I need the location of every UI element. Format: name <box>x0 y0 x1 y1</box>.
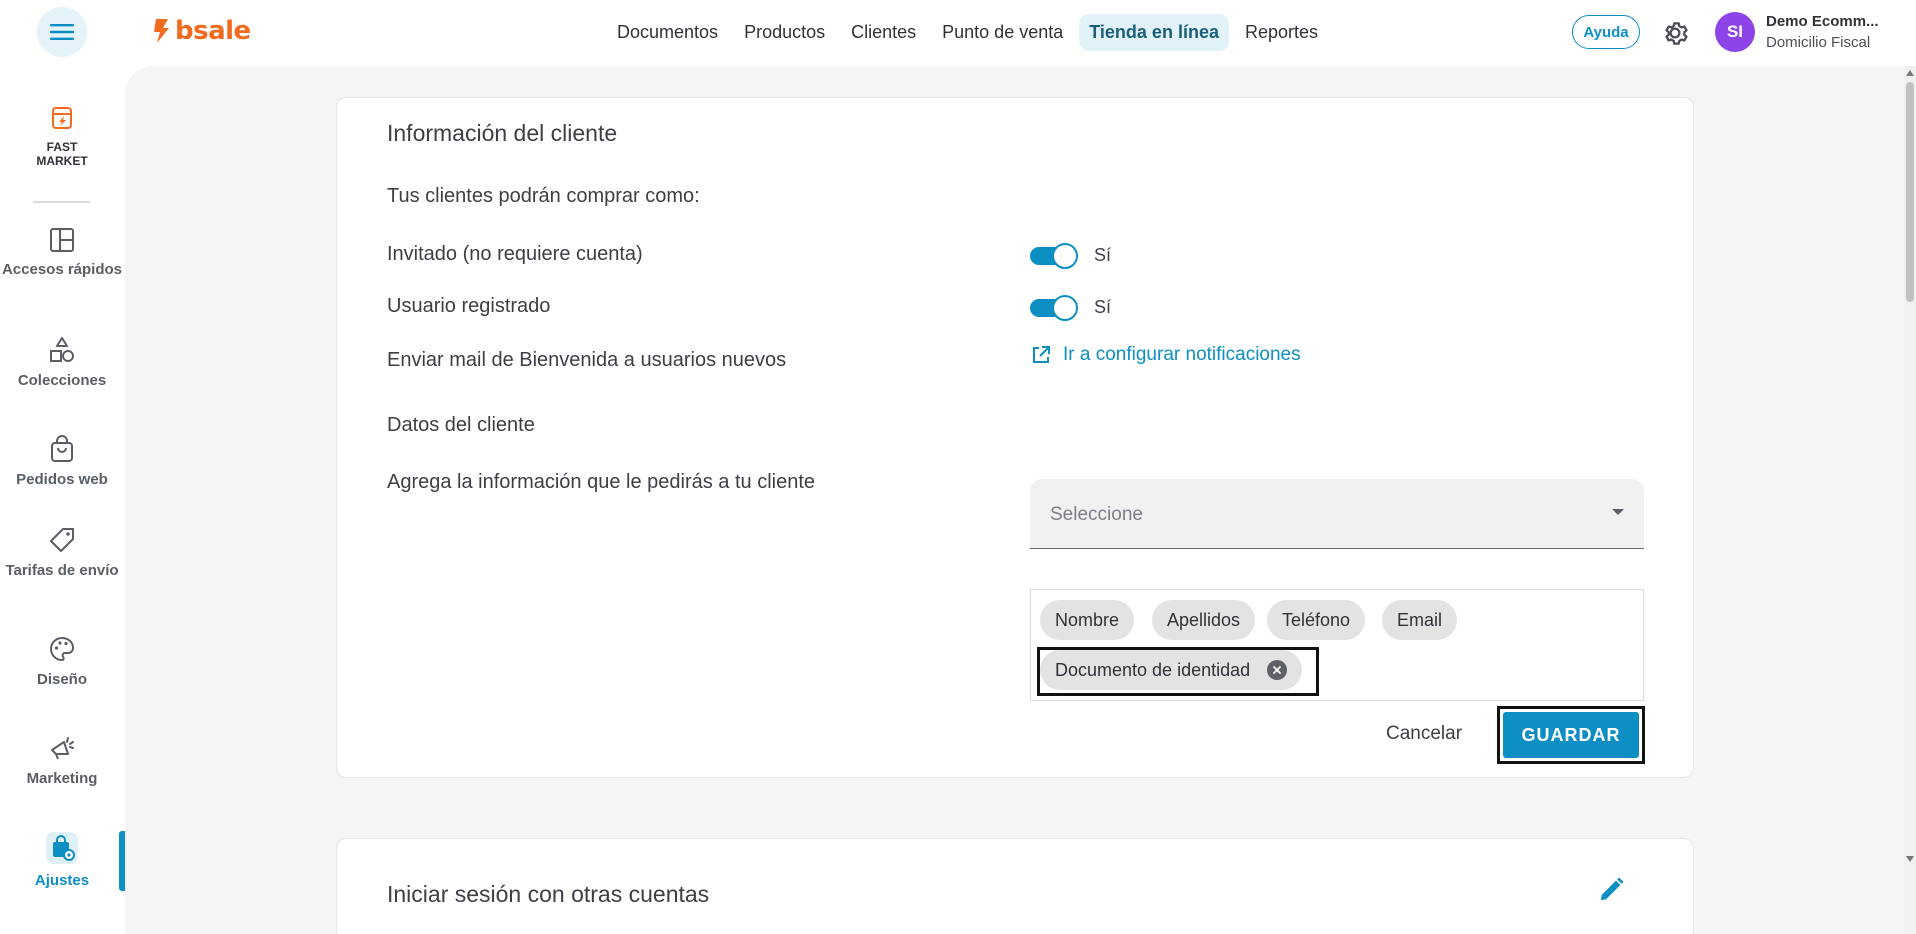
guest-toggle-value: Sí <box>1094 245 1112 265</box>
chip-email[interactable]: Email <box>1382 600 1458 640</box>
sidebar-item-label: Accesos rápidos <box>1 261 123 278</box>
sidebar-item-tarifas-de-envio[interactable]: Tarifas de envío <box>0 526 124 579</box>
sidebar-item-colecciones[interactable]: Colecciones <box>0 336 124 389</box>
scroll-down-arrow-icon[interactable] <box>1906 856 1914 862</box>
selected-fields-box: Nombre Apellidos Teléfono Email Document… <box>1030 589 1644 701</box>
megaphone-icon <box>51 737 74 760</box>
guest-toggle[interactable] <box>1030 243 1078 269</box>
user-subtitle: Domicilio Fiscal <box>1766 34 1871 51</box>
sidebar-item-accesos-rapidos[interactable]: Accesos rápidos <box>0 227 124 278</box>
top-bar: bsale Documentos Productos Clientes Punt… <box>0 0 1916 66</box>
social-login-card: Iniciar sesión con otras cuentas <box>336 838 1694 934</box>
brand-line-1: FAST <box>46 140 78 154</box>
store-brand-icon <box>52 107 72 129</box>
chip-apellidos[interactable]: Apellidos <box>1152 600 1256 640</box>
sidebar-item-label: Ajustes <box>34 872 90 889</box>
sidebar-item-label: Pedidos web <box>16 471 108 488</box>
save-button[interactable]: GUARDAR <box>1503 712 1639 758</box>
shopping-bag-icon <box>51 435 73 462</box>
sidebar: FAST MARKET Accesos rápidos Colecciones … <box>0 66 125 934</box>
chip-label: Nombre <box>1055 609 1120 630</box>
add-info-label: Agrega la información que le pedirás a t… <box>387 471 816 493</box>
guest-label: Invitado (no requiere cuenta) <box>387 243 643 265</box>
nav-tienda-en-linea[interactable]: Tienda en línea <box>1079 13 1229 51</box>
registered-toggle[interactable] <box>1030 295 1078 321</box>
chip-telefono[interactable]: Teléfono <box>1267 600 1366 640</box>
user-name[interactable]: Demo Ecomm... <box>1766 13 1879 30</box>
caret-down-icon <box>1612 509 1624 515</box>
sidebar-item-marketing[interactable]: Marketing <box>0 734 124 787</box>
sidebar-item-label: Marketing <box>26 770 98 787</box>
scroll-up-arrow-icon[interactable] <box>1906 70 1914 76</box>
main-content: Información del cliente Tus clientes pod… <box>125 66 1904 934</box>
gear-icon[interactable] <box>1660 18 1690 48</box>
logo-text: bsale <box>175 16 251 46</box>
chip-label: Documento de identidad <box>1055 659 1251 680</box>
chip-label: Apellidos <box>1167 609 1241 630</box>
nav-productos[interactable]: Productos <box>734 14 835 51</box>
toggle-knob <box>1052 295 1078 321</box>
notifications-link-text: Ir a configurar notificaciones <box>1063 344 1301 365</box>
bsale-logo[interactable]: bsale <box>153 16 251 46</box>
help-button[interactable]: Ayuda <box>1572 15 1640 49</box>
shapes-icon <box>50 337 74 362</box>
layout-icon <box>50 228 74 252</box>
sidebar-item-pedidos-web[interactable]: Pedidos web <box>0 435 124 488</box>
chip-label: Teléfono <box>1282 609 1351 630</box>
cancel-button[interactable]: Cancelar <box>1386 723 1462 745</box>
notifications-link[interactable]: Ir a configurar notificaciones <box>1031 344 1301 366</box>
sidebar-item-ajustes[interactable]: Ajustes <box>0 832 124 889</box>
brand-line-2: MARKET <box>36 154 88 168</box>
registered-toggle-value: Sí <box>1094 297 1112 317</box>
select-placeholder: Seleccione <box>1050 504 1143 525</box>
nav-punto-de-venta[interactable]: Punto de venta <box>932 14 1073 51</box>
avatar[interactable]: SI <box>1715 12 1755 52</box>
toggle-knob <box>1052 243 1078 269</box>
welcome-mail-label: Enviar mail de Bienvenida a usuarios nue… <box>387 349 787 371</box>
remove-chip-icon[interactable] <box>1267 660 1288 680</box>
section-title: Información del cliente <box>387 120 618 146</box>
customer-fields-select[interactable]: Seleccione <box>1030 479 1644 549</box>
customer-data-heading: Datos del cliente <box>387 414 535 436</box>
registered-label: Usuario registrado <box>387 295 551 317</box>
chip-nombre[interactable]: Nombre <box>1040 600 1135 640</box>
main-nav: Documentos Productos Clientes Punto de v… <box>607 12 1334 52</box>
sidebar-item-diseno[interactable]: Diseño <box>0 635 124 688</box>
buy-as-heading: Tus clientes podrán comprar como: <box>387 185 700 207</box>
sidebar-store-brand[interactable]: FAST MARKET <box>0 104 124 168</box>
sidebar-item-label: Diseño <box>36 671 87 688</box>
social-login-title: Iniciar sesión con otras cuentas <box>387 881 710 907</box>
external-link-icon <box>1033 346 1050 363</box>
store-settings-icon <box>46 832 78 864</box>
hamburger-icon <box>50 24 74 40</box>
customer-info-card: Información del cliente Tus clientes pod… <box>336 97 1694 778</box>
sidebar-item-label: Tarifas de envío <box>5 562 119 579</box>
bsale-logo-icon <box>154 19 169 43</box>
nav-clientes[interactable]: Clientes <box>841 14 926 51</box>
page-scrollbar[interactable] <box>1904 66 1916 934</box>
sidebar-divider <box>33 201 90 203</box>
sidebar-item-label: Colecciones <box>17 372 107 389</box>
chip-documento-de-identidad[interactable]: Documento de identidad <box>1040 650 1303 690</box>
menu-button[interactable] <box>37 7 87 57</box>
nav-documentos[interactable]: Documentos <box>607 14 728 51</box>
palette-icon <box>50 636 75 662</box>
scrollbar-thumb[interactable] <box>1906 82 1914 302</box>
pencil-icon[interactable] <box>1596 875 1626 905</box>
tag-icon <box>50 528 74 552</box>
nav-reportes[interactable]: Reportes <box>1235 14 1328 51</box>
chip-label: Email <box>1397 609 1443 630</box>
